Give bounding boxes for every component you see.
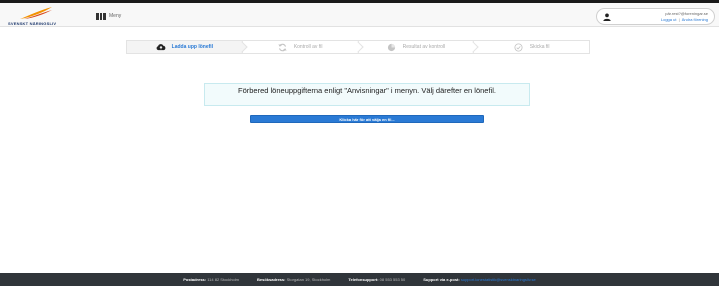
user-links: Logga ut | Ändra förening <box>661 17 708 22</box>
step-result[interactable]: Resultat av kontroll <box>359 41 479 53</box>
footer-email: Support via e-post: support.lonestatisti… <box>423 277 536 282</box>
footer: Postadress: 114 82 Stockholm Besöksadres… <box>0 273 719 286</box>
choose-file-button[interactable]: Klicka här för att välja en fil... <box>250 115 484 123</box>
user-icon <box>603 13 611 21</box>
postal-value: 114 82 Stockholm <box>207 277 239 282</box>
step-upload[interactable]: Ladda upp lönefil <box>127 41 248 53</box>
step-label: Ladda upp lönefil <box>171 44 214 50</box>
link-separator: | <box>678 17 680 22</box>
check-circle-icon <box>514 42 524 52</box>
footer-postal: Postadress: 114 82 Stockholm <box>183 277 239 282</box>
phone-label: Telefonsupport: <box>348 277 379 282</box>
user-panel: pär.rest?@foreningar.se Logga ut | Ändra… <box>596 8 715 25</box>
visit-value: Storgatan 19, Stockholm <box>286 277 331 282</box>
support-email-link[interactable]: support.lonestatistik@svensktnaringsliv.… <box>461 277 536 282</box>
step-label: Kontroll av fil <box>293 44 323 50</box>
phone-value: 08 553 553 50 <box>379 277 406 282</box>
visit-label: Besöksadress: <box>256 277 286 282</box>
pie-chart-icon <box>387 42 397 52</box>
switch-association-link[interactable]: Ändra förening <box>682 17 708 22</box>
user-email: pär.rest?@foreningar.se <box>665 11 708 16</box>
refresh-icon <box>278 42 288 52</box>
postal-label: Postadress: <box>183 277 207 282</box>
step-label: Skicka fil <box>529 44 550 50</box>
email-label: Support via e-post: <box>423 277 460 282</box>
logo-swoosh-icon <box>20 7 52 19</box>
step-label: Resultat av kontroll <box>402 44 446 50</box>
footer-visit: Besöksadress: Storgatan 19, Stockholm <box>257 277 330 282</box>
logout-link[interactable]: Logga ut <box>661 17 677 22</box>
step-send[interactable]: Skicka fil <box>474 41 589 53</box>
menu-label: Meny <box>109 13 122 19</box>
logo-text: SVENSKT NÄRINGSLIV <box>8 21 57 26</box>
menu-button[interactable]: Meny <box>96 11 121 21</box>
instruction-message: Förbered löneuppgifterna enligt "Anvisni… <box>204 83 530 106</box>
header: SVENSKT NÄRINGSLIV Meny pär.rest?@foreni… <box>0 3 719 27</box>
step-check[interactable]: Kontroll av fil <box>243 41 364 53</box>
cloud-upload-icon <box>156 42 166 52</box>
grid-menu-icon <box>96 12 107 20</box>
logo[interactable]: SVENSKT NÄRINGSLIV <box>8 6 64 26</box>
footer-phone: Telefonsupport: 08 553 553 50 <box>348 277 405 282</box>
wizard-steps: Ladda upp lönefil Kontroll av fil Result… <box>126 40 590 54</box>
